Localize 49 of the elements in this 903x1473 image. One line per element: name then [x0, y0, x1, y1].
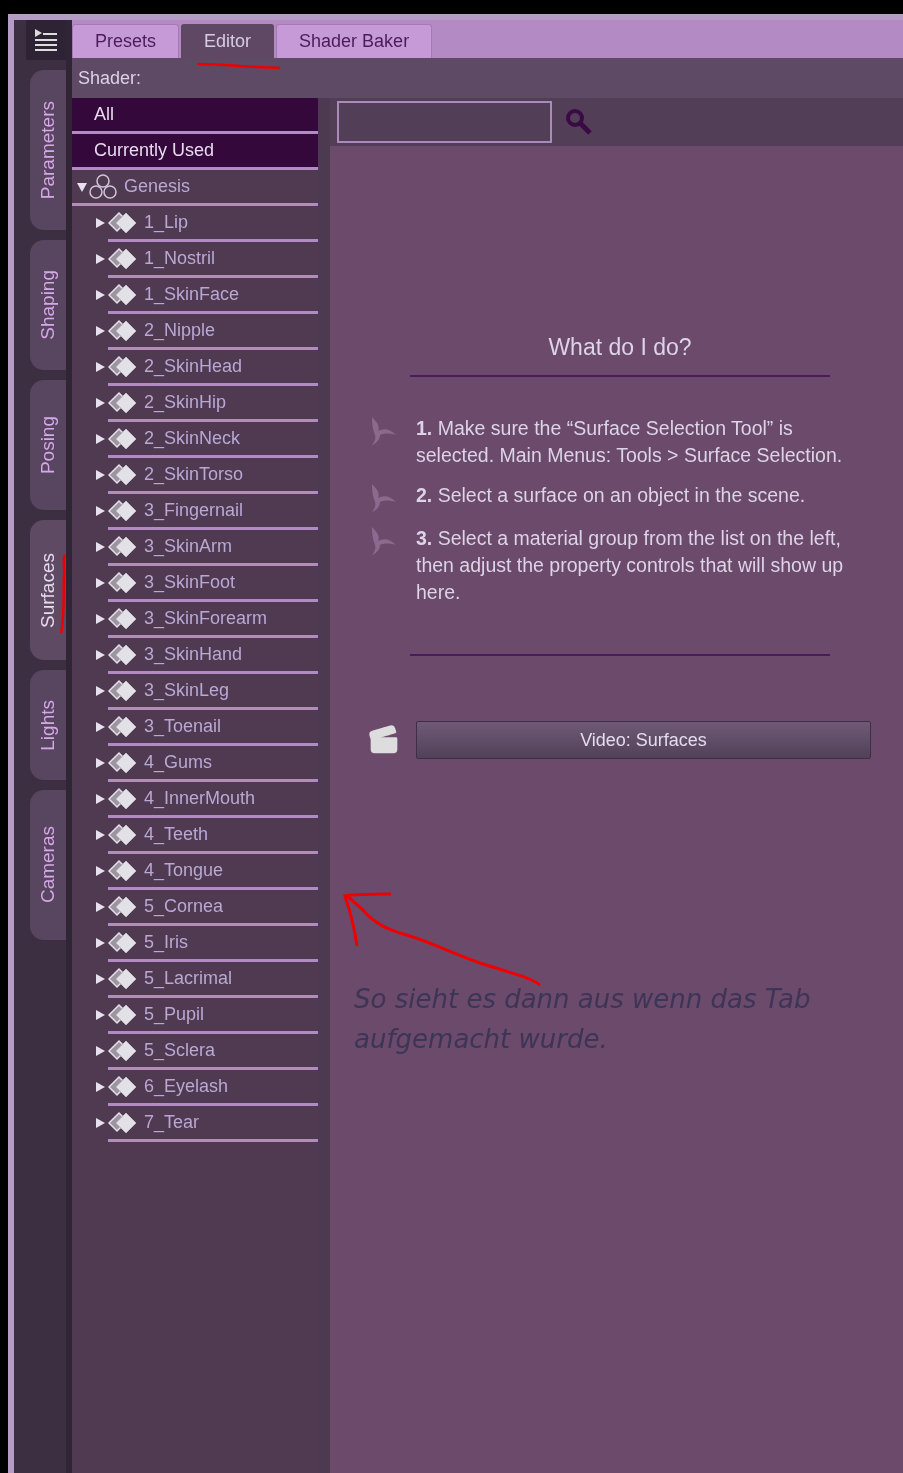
diamond-stack-icon — [106, 785, 138, 812]
diamond-stack-icon — [106, 425, 138, 452]
diamond-stack-icon — [106, 641, 138, 668]
clapperboard-icon — [368, 724, 400, 756]
diamond-stack-icon — [106, 677, 138, 704]
diamond-stack-icon — [106, 749, 138, 776]
diamond-stack-icon — [106, 245, 138, 272]
side-tab[interactable]: Shaping — [30, 240, 66, 370]
diamond-stack-icon — [106, 965, 138, 992]
diamond-stack-icon — [106, 209, 138, 236]
caret-icon[interactable] — [76, 180, 88, 193]
diamond-stack-icon — [106, 1037, 138, 1064]
diamond-stack-icon — [106, 317, 138, 344]
panel-menu-icon[interactable] — [26, 20, 66, 60]
diamond-stack-icon — [106, 353, 138, 380]
side-tab[interactable]: Cameras — [30, 790, 66, 940]
diamond-stack-icon — [106, 533, 138, 560]
diamond-stack-icon — [106, 1073, 138, 1100]
figure-icon — [88, 173, 118, 200]
tab[interactable]: Presets — [72, 24, 180, 58]
shader-label: Shader: — [78, 67, 142, 89]
tab[interactable]: Editor — [181, 24, 275, 58]
diamond-stack-icon — [106, 1109, 138, 1136]
diamond-stack-icon — [106, 497, 138, 524]
scrollbar-track[interactable] — [318, 98, 330, 1473]
step-text: 3. Select a material group from the list on the left, then adjust the property controls that will show up here. — [416, 526, 845, 605]
side-tab[interactable]: Posing — [30, 380, 66, 510]
side-tab[interactable]: Parameters — [30, 70, 66, 230]
diamond-stack-icon — [106, 893, 138, 920]
filter-item[interactable]: All — [72, 98, 318, 134]
diamond-stack-icon — [106, 389, 138, 416]
side-tab[interactable]: Lights — [30, 670, 66, 780]
tab[interactable]: Shader Baker — [276, 24, 433, 58]
diamond-stack-icon — [106, 281, 138, 308]
diamond-stack-icon — [106, 929, 138, 956]
side-tab[interactable]: Surfaces — [30, 520, 66, 660]
diamond-stack-icon — [106, 569, 138, 596]
diamond-stack-icon — [106, 713, 138, 740]
search-field[interactable] — [337, 101, 552, 143]
filter-item[interactable]: Currently Used — [72, 134, 318, 170]
video-button[interactable]: Video: Surfaces — [416, 721, 871, 759]
step-text: 2. Select a surface on an object in the scene. — [416, 483, 807, 508]
step-text: 1. Make sure the “Surface Selection Tool” is selected. Main Menus: Tools > Surface Selection. — [416, 416, 844, 468]
help-title: What do I do? — [410, 334, 830, 377]
diamond-stack-icon — [106, 821, 138, 848]
diamond-stack-icon — [106, 1001, 138, 1028]
diamond-stack-icon — [106, 461, 138, 488]
diamond-stack-icon — [106, 605, 138, 632]
diamond-stack-icon — [106, 857, 138, 884]
